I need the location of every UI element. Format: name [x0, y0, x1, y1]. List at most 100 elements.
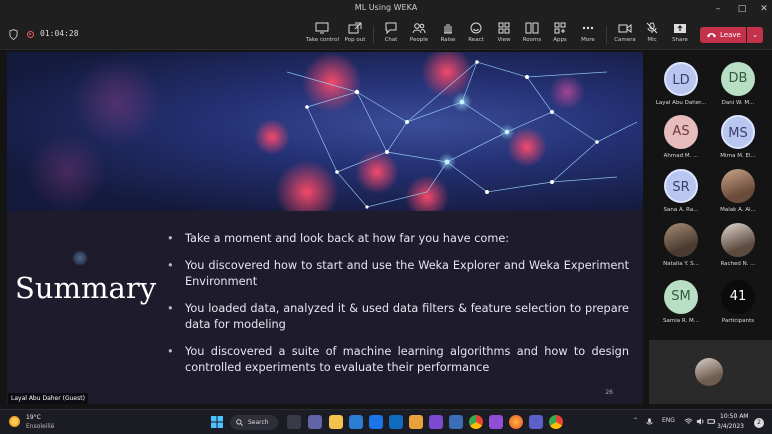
recording-icon [27, 31, 34, 38]
more-icon [582, 26, 594, 30]
chrome-icon[interactable] [469, 415, 483, 429]
leave-button[interactable]: Leave [700, 27, 746, 43]
share-icon [674, 24, 686, 33]
firefox-icon[interactable] [509, 415, 523, 429]
screen-icon [315, 22, 329, 34]
camera-button[interactable]: Camera [613, 22, 637, 48]
participant-name: Malak A. Al... [720, 207, 756, 213]
pop-out-icon [348, 22, 362, 34]
more-label: More [581, 37, 595, 43]
bullet-item: You discovered how to start and use the … [167, 258, 629, 291]
network-banner-image [7, 52, 643, 211]
shared-slide: Summary Take a moment and look back at h… [7, 52, 643, 404]
tray-chevron-icon[interactable]: ⌃ [633, 417, 638, 424]
participant-name: Mirna M. El... [720, 153, 756, 159]
phone-hangup-icon [707, 33, 716, 38]
app-icon-l[interactable] [349, 415, 363, 429]
chrome-icon[interactable] [549, 415, 563, 429]
participant-tile[interactable]: AS Ahmad M. ... [652, 115, 710, 159]
take-control-button[interactable]: Take control [306, 22, 339, 48]
visual-studio-icon[interactable] [489, 415, 503, 429]
shield-icon [9, 29, 18, 40]
clock-date[interactable]: 3/4/2023 [717, 423, 744, 430]
teams-icon[interactable] [529, 415, 543, 429]
window-title: ML Using WEKA [354, 3, 418, 12]
weather-description: Ensoleillé [26, 423, 55, 430]
avatar: LD [664, 62, 698, 96]
avatar-photo [721, 169, 755, 203]
participant-tile[interactable]: SR Sana A. Ra... [652, 169, 710, 213]
notification-badge[interactable]: 2 [754, 418, 764, 428]
presenter-label: Layal Abu Daher (Guest) [8, 393, 88, 404]
react-button[interactable]: React [465, 22, 487, 48]
search-label: Search [248, 419, 269, 426]
participant-name: Sana A. Ra... [663, 207, 699, 213]
chat-button[interactable]: Chat [380, 22, 402, 48]
mic-label: Mic [647, 37, 657, 43]
sun-icon[interactable] [9, 416, 20, 427]
wifi-icon[interactable] [684, 417, 693, 426]
hand-icon [444, 24, 452, 34]
clock-time[interactable]: 10:50 AM [720, 413, 748, 420]
windows-start-icon[interactable] [210, 415, 224, 429]
teams-window: ML Using WEKA – □ ✕ 01:04:28 Take contro… [0, 0, 772, 434]
apps-button[interactable]: Apps [549, 22, 571, 48]
share-button[interactable]: Share [669, 22, 691, 48]
apps-icon [554, 22, 566, 34]
rooms-button[interactable]: Rooms [520, 22, 544, 48]
people-button[interactable]: People [407, 22, 431, 48]
taskbar-search[interactable]: Search [230, 415, 278, 430]
apps-label: Apps [553, 37, 567, 43]
raise-hand-button[interactable]: Raise [437, 22, 459, 48]
language-indicator[interactable]: ENG [662, 417, 675, 424]
more-button[interactable]: More [577, 22, 599, 48]
mic-tray-icon[interactable] [645, 417, 654, 427]
pop-out-button[interactable]: Pop out [343, 22, 367, 48]
rooms-label: Rooms [522, 37, 542, 43]
participant-tile[interactable]: Rached N. ... [709, 223, 767, 267]
search-icon [236, 419, 243, 426]
meeting-timer: 01:04:28 [40, 29, 79, 38]
avatar-photo [664, 223, 698, 257]
rooms-icon [525, 22, 539, 34]
task-view-icon[interactable] [287, 415, 301, 429]
mic-button[interactable]: Mic [642, 22, 662, 48]
app-icon-sharp[interactable] [429, 415, 443, 429]
participant-name: Natalia Y. S... [663, 261, 699, 267]
self-video-preview[interactable] [649, 340, 772, 404]
decorative-dot [73, 251, 87, 265]
avatar: MS [721, 115, 755, 149]
self-avatar-photo [695, 358, 723, 386]
view-label: View [497, 37, 511, 43]
participant-tile[interactable]: MS Mirna M. El... [709, 115, 767, 159]
people-label: People [409, 37, 429, 43]
file-explorer-icon[interactable] [329, 415, 343, 429]
participant-tile[interactable]: LD Layal Abu Daher... [652, 62, 710, 106]
participant-tile[interactable]: SM Samia R. M... [652, 280, 710, 324]
close-icon[interactable]: ✕ [750, 0, 772, 18]
participant-count: 41 [721, 280, 755, 314]
battery-icon[interactable] [707, 417, 716, 426]
participants-overflow-button[interactable]: 41 Participants [709, 280, 767, 324]
view-button[interactable]: View [493, 22, 515, 48]
app-icon-a[interactable] [409, 415, 423, 429]
avatar-photo [721, 223, 755, 257]
participant-tile[interactable]: DB Dani W. M... [709, 62, 767, 106]
meeting-toolbar: 01:04:28 Take control Pop out Chat Peopl… [0, 18, 772, 50]
avatar: SR [664, 169, 698, 203]
participant-tile[interactable]: Natalia Y. S... [652, 223, 710, 267]
leave-options-chevron-icon[interactable]: ⌄ [747, 27, 763, 43]
calendar-icon[interactable] [369, 415, 383, 429]
toolbar-divider [606, 26, 607, 44]
grid-icon [498, 22, 510, 34]
pop-out-label: Pop out [344, 37, 366, 43]
participant-tile[interactable]: Malak A. Al... [709, 169, 767, 213]
volume-icon[interactable] [696, 417, 705, 426]
app-icon-screen[interactable] [449, 415, 463, 429]
teams-chat-icon[interactable] [308, 415, 322, 429]
store-icon[interactable] [389, 415, 403, 429]
bullet-item: You loaded data, analyzed it & used data… [167, 301, 629, 334]
participant-name: Samia R. M... [663, 318, 699, 324]
title-bar: ML Using WEKA – □ ✕ [0, 0, 772, 18]
share-label: Share [672, 37, 688, 43]
